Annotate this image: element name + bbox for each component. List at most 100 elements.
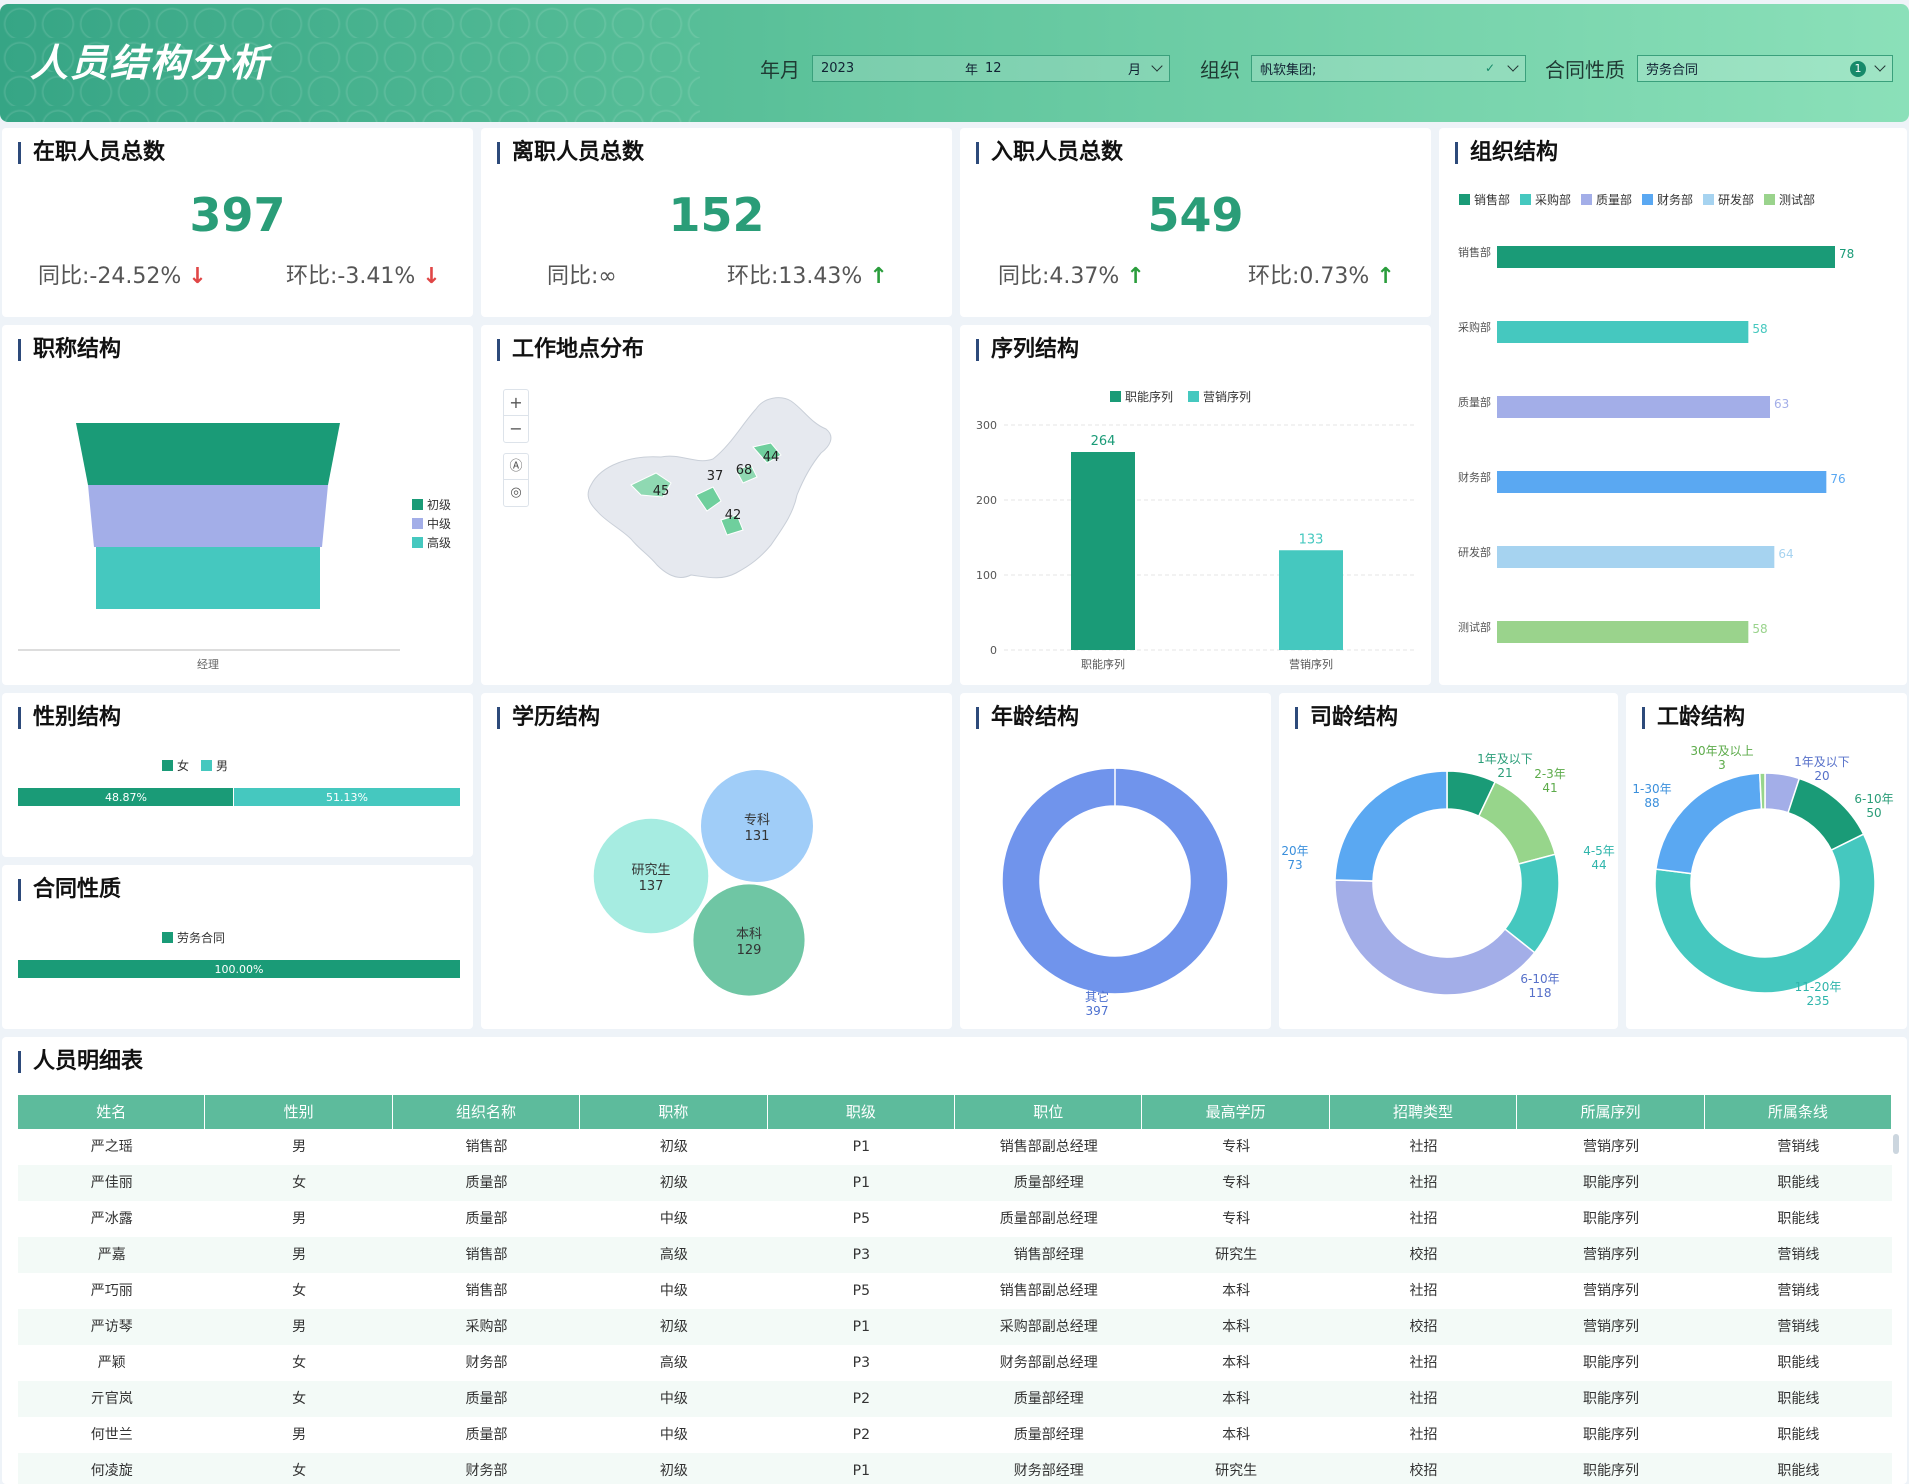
x-tick-label: 营销序列 [1289,657,1333,671]
table-cell: 男 [292,1427,307,1443]
contract-filter-label: 合同性质 [1545,58,1625,82]
bubble-category: 专科 [744,813,770,828]
table-row[interactable]: 严佳丽 女 质量部 初级 P1 质量部经理 专科 社招 职能序列 职能线 [18,1165,1892,1201]
table-cell: 男 [292,1319,307,1335]
bubble-category: 研究生 [631,863,670,878]
y-tick-label: 300 [976,419,997,432]
table-row[interactable]: 严访琴 男 采购部 初级 P1 采购部副总经理 本科 校招 营销序列 营销线 [18,1309,1892,1345]
table-row[interactable]: 何凌旋 女 财务部 初级 P1 财务部经理 研究生 校招 职能序列 职能线 [18,1453,1892,1484]
slice-value-label: 88 [1644,796,1659,810]
table-scrollbar[interactable] [1893,1134,1899,1154]
bar-value-label: 64 [1778,547,1793,561]
table-cell: 女 [292,1175,307,1191]
org-bar [1497,471,1827,493]
legend-swatch [412,499,423,510]
bar-value-label: 78 [1839,247,1854,261]
table-cell: 女 [292,1463,307,1479]
slice-category-label: 30年及以上 [1690,744,1753,758]
table-cell: 校招 [1409,1463,1438,1479]
company-tenure-card: 司龄结构 1年及以下 21 2-3年 41 4-5年 44 6-10年 118 20年 73 [1279,693,1618,1029]
column-header[interactable]: 职位 [955,1095,1143,1129]
table-row[interactable]: 何世兰 男 质量部 中级 P2 质量部经理 本科 社招 职能序列 职能线 [18,1417,1892,1453]
table-cell: 中级 [659,1391,688,1407]
map-value-label: 42 [725,508,742,523]
education-chart: 专科131 研究生137 本科129 [593,770,813,996]
table-cell: 专科 [1222,1211,1251,1227]
table-row[interactable]: 严巧丽 女 销售部 中级 P5 销售部副总经理 本科 社招 营销序列 营销线 [18,1273,1892,1309]
map-value-label: 68 [736,463,753,478]
org-value: 帆软集团; [1260,63,1317,78]
table-cell: 采购部副总经理 [999,1319,1098,1335]
table-cell: P2 [852,1427,870,1443]
table-cell: P5 [852,1283,870,1299]
legend-label: 劳务合同 [177,930,225,945]
table-cell: 社招 [1409,1355,1438,1371]
column-header[interactable]: 所属序列 [1517,1095,1705,1129]
table-row[interactable]: 严冰露 男 质量部 中级 P5 质量部副总经理 专科 社招 职能序列 职能线 [18,1201,1892,1237]
legend-swatch [1581,194,1592,205]
funnel-segment [88,485,328,547]
age-chart: 其它397 [1001,767,1229,1018]
chevron-down-icon[interactable] [1151,60,1163,72]
bubble-value: 131 [745,829,770,844]
header-bar: 人员结构分析 年月 2023 年 12 月 组织 帆软集团; ✓ 合同性质 劳务… [0,4,1909,122]
slice-value-label: 235 [1807,994,1830,1008]
bubble-value: 137 [639,879,664,894]
column-header[interactable]: 姓名 [18,1095,206,1129]
contract-chart: 劳务合同 100.00% [18,930,460,978]
table-row[interactable]: 亓官岚 女 质量部 中级 P2 质量部经理 本科 社招 职能序列 职能线 [18,1381,1892,1417]
slice-value-label: 41 [1542,781,1557,795]
column-header[interactable]: 招聘类型 [1330,1095,1518,1129]
table-cell: 专科 [1222,1175,1251,1191]
sequence-chart: 职能序列 营销序列0100200300264职能序列133营销序列 [976,389,1415,671]
legend-swatch [1188,391,1199,402]
table-cell: 研究生 [1215,1463,1258,1479]
bar-value-label: 76 [1830,472,1845,486]
table-cell: 质量部经理 [1013,1175,1084,1191]
table-cell: 社招 [1409,1211,1438,1227]
slice-value-label: 44 [1591,858,1606,872]
table-cell: 专科 [1222,1139,1251,1155]
table-cell: 职能序列 [1582,1427,1639,1443]
table-row[interactable]: 严颖 女 财务部 高级 P3 财务部副总经理 本科 社招 职能序列 职能线 [18,1345,1892,1381]
table-cell: 严嘉 [97,1247,126,1263]
column-header[interactable]: 最高学历 [1142,1095,1330,1129]
table-cell: 高级 [659,1247,688,1263]
org-select[interactable]: 帆软集团; ✓ [1251,55,1526,82]
y-tick-label: 100 [976,569,997,582]
kpi-joined-yoy: 同比:4.37% [998,264,1120,289]
bar-category-label: 测试部 [1458,620,1491,634]
column-header[interactable]: 所属条线 [1705,1095,1893,1129]
column-header[interactable]: 性别 [205,1095,393,1129]
org-bar [1497,246,1835,268]
table-row[interactable]: 严嘉 男 销售部 高级 P3 销售部经理 研究生 校招 营销序列 营销线 [18,1237,1892,1273]
table-cell: 职能线 [1777,1427,1820,1443]
work-tenure-card: 工龄结构 1年及以下 20 6-10年 50 11-20年 235 1-30年 88 30年及以… [1626,693,1907,1029]
org-bar [1497,546,1775,568]
column-header[interactable]: 职称 [580,1095,768,1129]
column-header[interactable]: 职级 [768,1095,956,1129]
legend-label: 质量部 [1596,192,1632,207]
table-cell: 职能序列 [1582,1463,1639,1479]
chevron-down-icon[interactable] [1874,60,1886,72]
table-cell: 职能线 [1777,1355,1820,1371]
table-cell: 职能序列 [1582,1211,1639,1227]
month-select[interactable]: 2023 年 12 月 [812,55,1170,82]
funnel-segment [96,547,320,609]
legend-label: 销售部 [1474,192,1510,207]
table-cell: 销售部副总经理 [999,1139,1098,1155]
funnel-segment [76,423,340,485]
table-cell: 本科 [1222,1283,1251,1299]
table-cell: 校招 [1409,1319,1438,1335]
legend-swatch [201,760,212,771]
china-map[interactable]: 45 37 68 44 42 [481,325,952,685]
column-header[interactable]: 组织名称 [393,1095,581,1129]
chevron-down-icon[interactable] [1507,60,1519,72]
segment-value-label: 100.00% [215,963,264,976]
table-cell: 销售部 [465,1283,508,1299]
contract-select[interactable]: 劳务合同 1 [1637,55,1893,82]
month-value: 12 [985,61,1002,76]
slice-category-label: 1-30年 [1632,782,1671,796]
kpi-active-yoy: 同比:-24.52% [38,264,182,289]
table-row[interactable]: 严之瑶 男 销售部 初级 P1 销售部副总经理 专科 社招 营销序列 营销线 [18,1129,1892,1165]
